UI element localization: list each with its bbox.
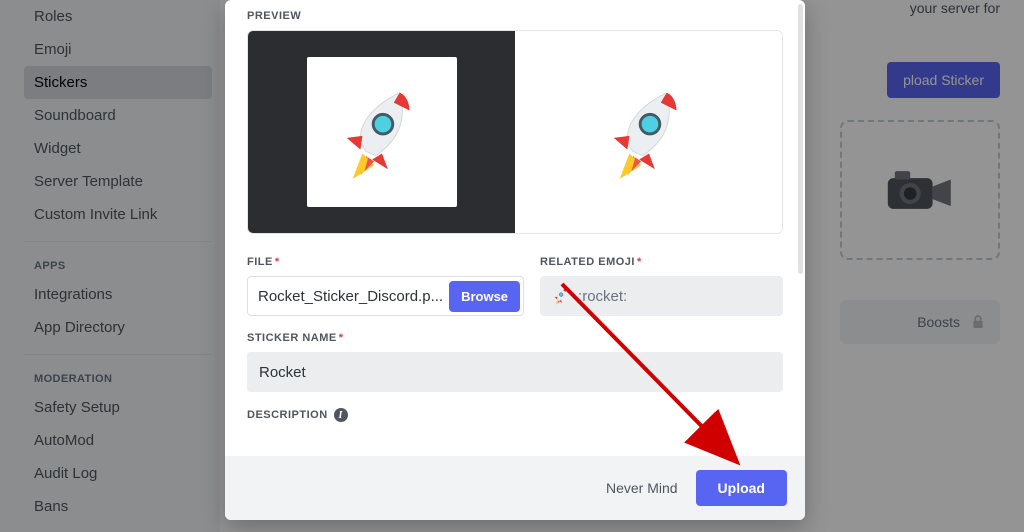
sticker-name-input[interactable] — [247, 352, 783, 392]
sidebar-item-custom-invite-link[interactable]: Custom Invite Link — [24, 198, 212, 231]
sidebar-item-widget[interactable]: Widget — [24, 132, 212, 165]
upload-button[interactable]: Upload — [696, 470, 787, 506]
sidebar-item-bans[interactable]: Bans — [24, 490, 212, 523]
file-picker: Rocket_Sticker_Discord.p... Browse — [247, 276, 524, 316]
boosts-label: Boosts — [917, 314, 960, 330]
sidebar-heading-apps: Apps — [24, 241, 212, 278]
file-label: File* — [247, 256, 524, 268]
sidebar-item-roles[interactable]: Roles — [24, 0, 212, 33]
related-emoji-input[interactable]: :rocket: — [540, 276, 783, 316]
emoji-shortcode: :rocket: — [578, 288, 627, 305]
sticker-name-label: Sticker Name* — [247, 332, 783, 344]
sidebar-item-app-directory[interactable]: App Directory — [24, 311, 212, 344]
page-blurb-fragment: your server for — [910, 0, 1000, 16]
info-icon: i — [334, 408, 348, 422]
lock-icon — [970, 314, 986, 330]
file-name: Rocket_Sticker_Discord.p... — [258, 288, 443, 305]
camera-icon — [885, 165, 955, 215]
boosts-bar: Boosts — [840, 300, 1000, 344]
rocket-icon — [600, 83, 698, 181]
sidebar-item-emoji[interactable]: Emoji — [24, 33, 212, 66]
rocket-icon — [333, 83, 431, 181]
never-mind-button[interactable]: Never Mind — [606, 480, 678, 496]
upload-sticker-button[interactable]: pload Sticker — [887, 62, 1000, 98]
settings-sidebar: Roles Emoji Stickers Soundboard Widget S… — [0, 0, 220, 532]
sidebar-item-automod[interactable]: AutoMod — [24, 424, 212, 457]
preview-label: Preview — [247, 10, 783, 22]
sidebar-item-safety-setup[interactable]: Safety Setup — [24, 391, 212, 424]
sidebar-item-integrations[interactable]: Integrations — [24, 278, 212, 311]
sidebar-heading-moderation: Moderation — [24, 354, 212, 391]
sidebar-item-server-template[interactable]: Server Template — [24, 165, 212, 198]
description-label: Description — [247, 409, 328, 421]
upload-sticker-modal: Preview File* Rocket_Sticker_Discord.p..… — [225, 0, 805, 520]
sidebar-item-audit-log[interactable]: Audit Log — [24, 457, 212, 490]
preview-light-pane — [515, 31, 782, 233]
browse-button[interactable]: Browse — [449, 281, 520, 312]
modal-scrollbar[interactable] — [798, 4, 803, 274]
related-emoji-label: Related Emoji* — [540, 256, 783, 268]
sidebar-item-stickers[interactable]: Stickers — [24, 66, 212, 99]
modal-footer: Never Mind Upload — [225, 456, 805, 520]
sidebar-item-soundboard[interactable]: Soundboard — [24, 99, 212, 132]
preview-dark-pane — [248, 31, 515, 233]
sticker-slot[interactable] — [840, 120, 1000, 260]
preview-row — [247, 30, 783, 234]
rocket-icon — [552, 287, 570, 305]
